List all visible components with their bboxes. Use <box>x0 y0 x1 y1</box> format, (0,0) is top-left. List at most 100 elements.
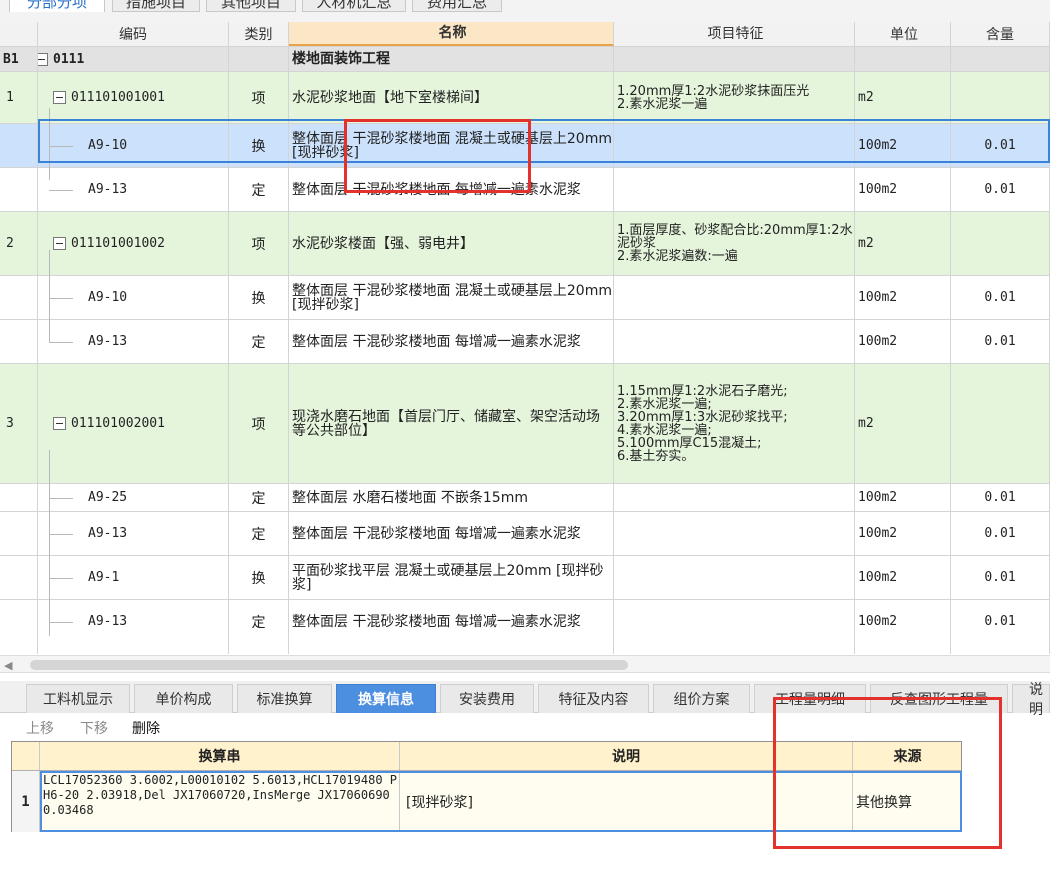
tab-install-fee[interactable]: 安装费用 <box>440 684 534 713</box>
detail-tab-bar: 工料机显示 单价构成 标准换算 换算信息 安装费用 特征及内容 组价方案 工程量… <box>0 681 1050 718</box>
collapse-icon[interactable] <box>53 91 66 104</box>
row-index: 2 <box>0 212 38 275</box>
collapse-icon[interactable] <box>38 52 48 66</box>
delete-button[interactable]: 删除 <box>132 718 160 738</box>
tab-measures[interactable]: 措施项目 <box>112 0 200 12</box>
tab-graphic-quantity[interactable]: 反查图形工程量 <box>870 684 1008 713</box>
row-code: A9-1 <box>88 570 120 585</box>
header-feature[interactable]: 项目特征 <box>614 22 855 46</box>
tab-resource-display[interactable]: 工料机显示 <box>26 684 130 713</box>
tab-pricing-plan[interactable]: 组价方案 <box>653 684 750 713</box>
row-type: 换 <box>229 276 289 319</box>
row-name: 整体面层 干混砂浆楼地面 每增减一遍素水泥浆 <box>289 320 614 363</box>
group-type <box>229 47 289 71</box>
row-name: 整体面层 水磨石楼地面 不嵌条15mm <box>289 484 614 511</box>
row-code-cell: A9-10 <box>38 276 229 319</box>
row-code: A9-13 <box>88 334 128 349</box>
horizontal-scrollbar[interactable]: ◀ <box>0 655 1050 673</box>
scroll-left-icon[interactable]: ◀ <box>4 659 12 672</box>
header-type[interactable]: 类别 <box>229 22 289 46</box>
row-unit: 100m2 <box>855 320 951 363</box>
row-qty <box>951 364 1050 483</box>
group-name: 楼地面装饰工程 <box>289 47 614 71</box>
tab-other-items[interactable]: 其他项目 <box>206 0 296 12</box>
row-name: 整体面层 干混砂浆楼地面 混凝土或硬基层上20mm [现拌砂浆] <box>289 276 614 319</box>
table-row[interactable]: A9-13 定整体面层 干混砂浆楼地面 每增减一遍素水泥浆 100m2 0.01 <box>0 168 1050 212</box>
tab-cost-summary[interactable]: 费用汇总 <box>412 0 502 12</box>
row-code: A9-13 <box>88 614 128 629</box>
conversion-row[interactable]: 1 LCL17052360 3.6002,L00010102 5.6013,HC… <box>12 771 961 832</box>
row-feature <box>614 168 855 211</box>
row-type: 换 <box>229 124 289 167</box>
row-name: 水泥砂浆地面【地下室楼梯间】 <box>289 72 614 123</box>
tree-branch <box>49 621 73 623</box>
table-row[interactable]: A9-13 定整体面层 干混砂浆楼地面 每增减一遍素水泥浆 100m2 0.01 <box>0 512 1050 556</box>
table-row[interactable]: A9-1 换平面砂浆找平层 混凝土或硬基层上20mm [现拌砂浆] 100m2 0.0… <box>0 556 1050 600</box>
list-item-row[interactable]: 3 011101002001 项现浇水磨石地面【首层门厅、储藏室、架空活动场等公共部… <box>0 364 1050 484</box>
table-row-partial[interactable] <box>0 636 1050 654</box>
table-row[interactable]: A9-25 定整体面层 水磨石楼地面 不嵌条15mm 100m2 0.01 <box>0 484 1050 512</box>
row-feature: 1.20mm厚1:2水泥砂浆抹面压光 2.素水泥浆一遍 <box>614 72 855 123</box>
row-unit: 100m2 <box>855 168 951 211</box>
conversion-toolbar: 上移 下移 删除 <box>0 716 1050 738</box>
conversion-source[interactable]: 其他换算 <box>853 771 962 832</box>
row-type: 定 <box>229 512 289 555</box>
header-unit[interactable]: 单位 <box>855 22 951 46</box>
row-code-cell: A9-13 <box>38 168 229 211</box>
move-up-button[interactable]: 上移 <box>26 718 54 738</box>
row-feature <box>614 512 855 555</box>
tab-resource-summary[interactable]: 人材机汇总 <box>302 0 406 12</box>
collapse-icon[interactable] <box>53 237 66 250</box>
row-qty: 0.01 <box>951 484 1050 511</box>
scrollbar-thumb[interactable] <box>30 660 628 670</box>
tab-label: 措施项目 <box>125 0 186 11</box>
row-type: 换 <box>229 556 289 599</box>
row-unit: 100m2 <box>855 276 951 319</box>
tab-conversion-info[interactable]: 换算信息 <box>336 684 436 713</box>
tab-sub-items[interactable]: 分部分项 <box>9 0 105 12</box>
row-type: 定 <box>229 320 289 363</box>
row-unit: 100m2 <box>855 512 951 555</box>
header-code[interactable]: 编码 <box>38 22 229 46</box>
collapse-icon[interactable] <box>53 417 66 430</box>
tab-label: 人材机汇总 <box>316 0 392 11</box>
row-index <box>0 556 38 599</box>
conversion-string[interactable]: LCL17052360 3.6002,L00010102 5.6013,HCL1… <box>40 771 400 832</box>
move-down-button[interactable]: 下移 <box>80 718 108 738</box>
tab-notes[interactable]: 说明 <box>1012 682 1050 718</box>
header-qty[interactable]: 含量 <box>951 22 1050 46</box>
table-row[interactable]: A9-10 换整体面层 干混砂浆楼地面 混凝土或硬基层上20mm [现拌砂浆] 10… <box>0 124 1050 168</box>
row-code-cell: 011101001002 <box>38 212 229 275</box>
tree-branch <box>49 341 73 343</box>
group-row[interactable]: B1 0111 楼地面装饰工程 <box>0 47 1050 72</box>
row-code: A9-25 <box>88 490 128 505</box>
conversion-desc[interactable]: [现拌砂浆] <box>400 771 853 832</box>
header-name[interactable]: 名称 <box>289 22 614 46</box>
row-qty: 0.01 <box>951 124 1050 167</box>
tab-features[interactable]: 特征及内容 <box>538 684 649 713</box>
list-item-row[interactable]: 1 011101001001 项水泥砂浆地面【地下室楼梯间】 1.20mm厚1:2水泥… <box>0 72 1050 124</box>
row-type: 项 <box>229 72 289 123</box>
row-type: 定 <box>229 484 289 511</box>
table-row[interactable]: A9-10 换整体面层 干混砂浆楼地面 混凝土或硬基层上20mm [现拌砂浆] 10… <box>0 276 1050 320</box>
row-name: 现浇水磨石地面【首层门厅、储藏室、架空活动场等公共部位】 <box>289 364 614 483</box>
group-feature <box>614 47 855 71</box>
tab-quantity-detail[interactable]: 工程量明细 <box>754 684 866 713</box>
conversion-header: 换算串 说明 来源 <box>12 742 961 771</box>
row-code-cell: A9-1 <box>38 556 229 599</box>
tab-standard-conversion[interactable]: 标准换算 <box>237 684 332 713</box>
tab-unit-price[interactable]: 单价构成 <box>134 684 233 713</box>
row-unit: 100m2 <box>855 484 951 511</box>
row-unit <box>855 636 951 654</box>
row-code: 011101002001 <box>71 416 165 431</box>
row-code <box>38 636 229 654</box>
header-source: 来源 <box>893 749 922 765</box>
row-name: 水泥砂浆楼面【强、弱电井】 <box>289 212 614 275</box>
tab-label: 分部分项 <box>26 0 87 11</box>
list-item-row[interactable]: 2 011101001002 项水泥砂浆楼面【强、弱电井】 1.面层厚度、砂浆配合比:… <box>0 212 1050 276</box>
table-row[interactable]: A9-13 定整体面层 干混砂浆楼地面 每增减一遍素水泥浆 100m2 0.01 <box>0 320 1050 364</box>
row-code: A9-13 <box>88 182 128 197</box>
row-feature <box>614 636 855 654</box>
row-unit: m2 <box>855 72 951 123</box>
group-index: B1 <box>0 47 38 71</box>
